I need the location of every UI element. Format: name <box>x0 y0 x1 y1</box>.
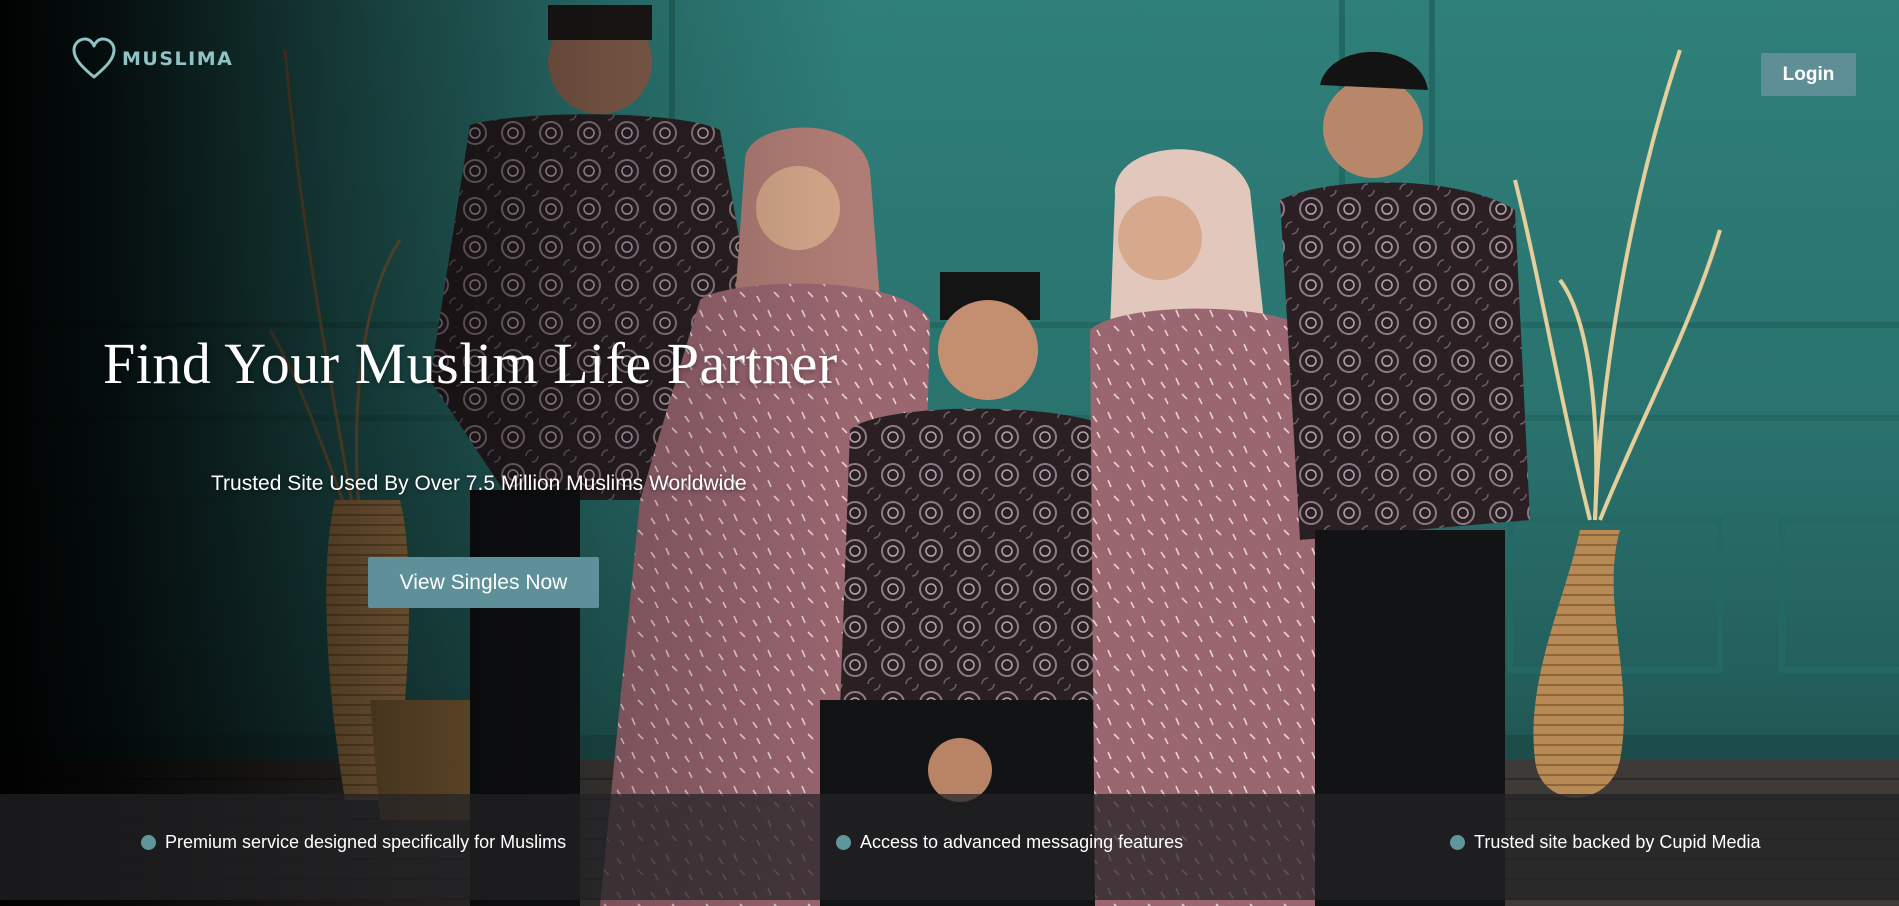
feature-item-trusted-site: Trusted site backed by Cupid Media <box>1450 832 1760 853</box>
hero-background-photo <box>0 0 1899 906</box>
feature-text: Access to advanced messaging features <box>860 832 1184 852</box>
brand-logo-text: MUSLIMA <box>122 48 234 70</box>
login-button[interactable]: Login <box>1761 53 1856 96</box>
feature-text: Trusted site backed by Cupid Media <box>1474 832 1761 852</box>
feature-item-premium-service: Premium service designed specifically fo… <box>141 832 566 853</box>
features-bar: Premium service designed specifically fo… <box>0 794 1899 900</box>
hero-section: MUSLIMA Login Find Your Muslim Life Part… <box>0 0 1899 906</box>
feature-text: Premium service designed specifically fo… <box>165 832 567 852</box>
hero-headline: Find Your Muslim Life Partner <box>103 331 838 396</box>
bullet-dot-icon <box>141 835 156 850</box>
brand-logo[interactable]: MUSLIMA <box>70 35 233 83</box>
heart-logo-icon <box>72 37 116 79</box>
feature-item-messaging: Access to advanced messaging features <box>836 832 1183 853</box>
view-singles-button[interactable]: View Singles Now <box>368 557 599 608</box>
bullet-dot-icon <box>836 835 851 850</box>
bullet-dot-icon <box>1450 835 1465 850</box>
hero-subheadline: Trusted Site Used By Over 7.5 Million Mu… <box>211 472 747 495</box>
